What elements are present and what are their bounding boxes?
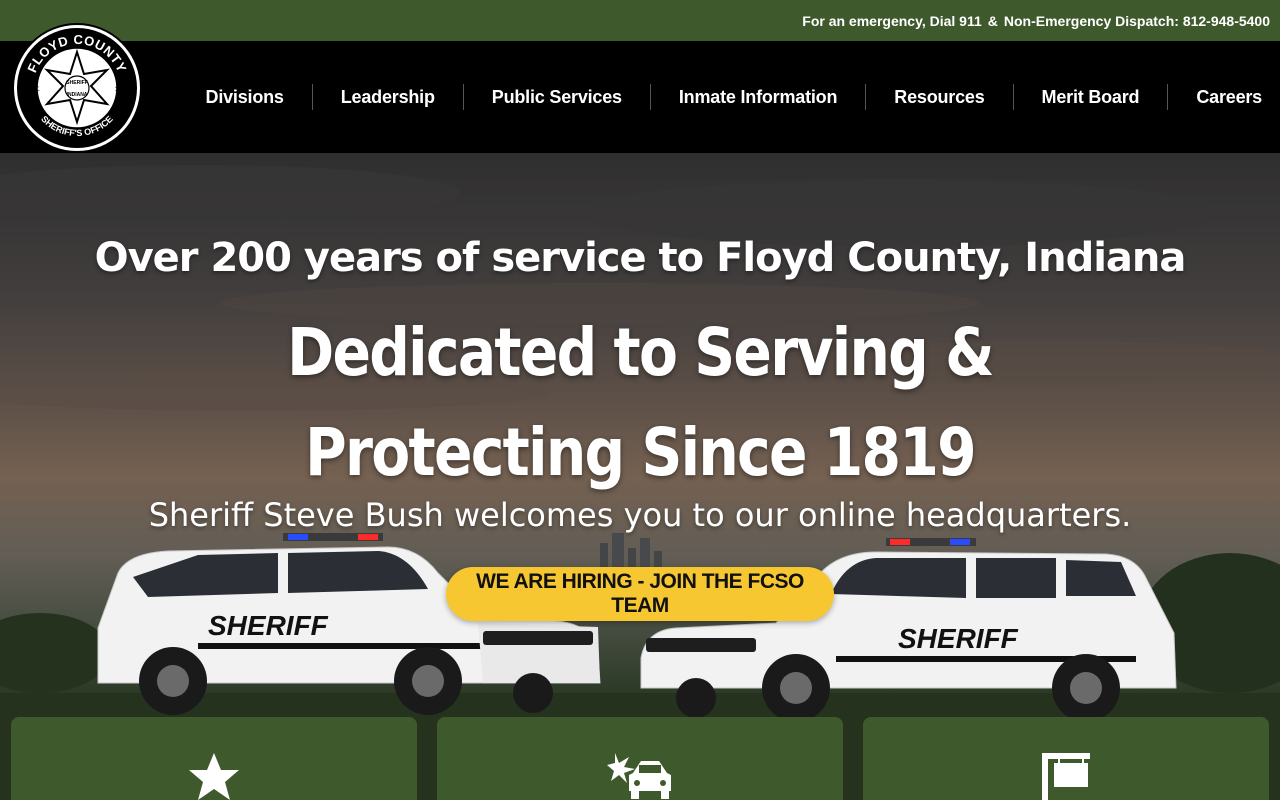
nav-item-careers[interactable]: Careers <box>1168 87 1262 108</box>
sheriff-badge-icon: FLOYD COUNTY SHERIFF'S OFFICE SHERIFF IN… <box>12 23 142 153</box>
emergency-text: For an emergency, Dial 911 <box>802 12 982 29</box>
hiring-cta-button[interactable]: WE ARE HIRING - JOIN THE FCSO TEAM <box>446 567 834 621</box>
nav-item-public-services[interactable]: Public Services <box>464 87 650 108</box>
vehicle-label-left: SHERIFF <box>208 610 329 641</box>
sign-icon <box>1042 753 1090 800</box>
hero-welcome-text: Sheriff Steve Bush welcomes you to our o… <box>148 496 1132 534</box>
feature-card-2[interactable] <box>437 717 843 800</box>
sheriff-vehicle-right: SHERIFF <box>640 538 1177 722</box>
hero-section: SHERIFF SHERIFF Over 200 years of servic… <box>0 153 1280 800</box>
feature-card-3[interactable] <box>863 717 1269 800</box>
main-navbar: Divisions Leadership Public Services Inm… <box>0 41 1280 153</box>
logo-est-year: 1819 <box>115 87 129 93</box>
vehicle-label-right: SHERIFF <box>898 623 1019 654</box>
nav-item-leadership[interactable]: Leadership <box>313 87 463 108</box>
nav-item-inmate-information[interactable]: Inmate Information <box>651 87 865 108</box>
sheriff-vehicle-left: SHERIFF <box>97 533 601 715</box>
nav-item-merit-board[interactable]: Merit Board <box>1014 87 1168 108</box>
emergency-bar: For an emergency, Dial 911 & Non-Emergen… <box>0 0 1280 41</box>
nav-item-resources[interactable]: Resources <box>866 87 1012 108</box>
dispatch-phone-link[interactable]: Non-Emergency Dispatch: 812-948-5400 <box>1004 13 1270 29</box>
sheriff-logo[interactable]: FLOYD COUNTY SHERIFF'S OFFICE SHERIFF IN… <box>11 22 143 198</box>
main-nav: Divisions Leadership Public Services Inm… <box>178 41 1262 153</box>
hero-subtitle: Over 200 years of service to Floyd Count… <box>94 235 1187 281</box>
feature-card-1[interactable] <box>11 717 417 800</box>
logo-est-label: EST. <box>27 87 40 93</box>
feature-cards <box>0 717 1280 800</box>
star-text-top: SHERIFF <box>66 80 87 86</box>
hero-title: Dedicated to Serving & Protecting Since … <box>287 314 995 491</box>
car-crash-icon <box>607 753 671 799</box>
nav-item-divisions[interactable]: Divisions <box>178 87 312 108</box>
star-text-bottom: INDIANA <box>67 92 88 98</box>
topbar-separator: & <box>987 12 998 29</box>
star-icon <box>189 753 239 800</box>
